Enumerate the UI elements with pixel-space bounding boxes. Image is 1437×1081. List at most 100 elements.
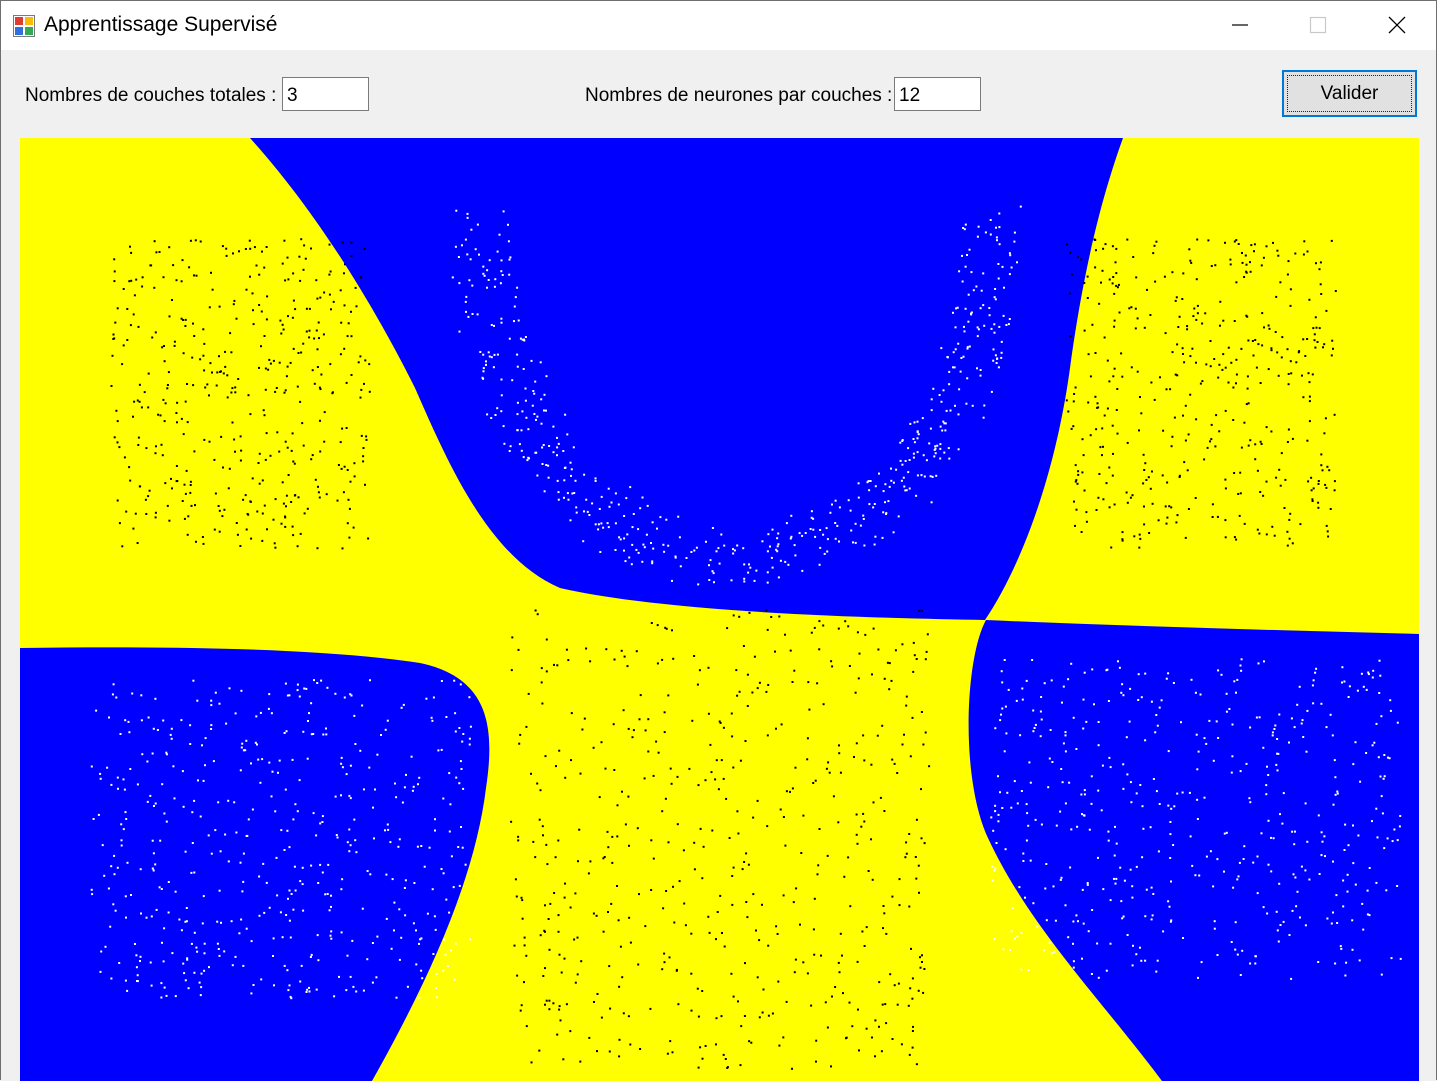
sample-point [1236,678,1239,681]
title-bar[interactable]: Apprentissage Supervisé [1,1,1436,50]
sample-point [1040,696,1043,698]
sample-point [828,771,831,774]
sample-point [565,648,568,651]
sample-point [498,233,501,236]
sample-point [116,499,119,502]
sample-point [1296,890,1299,893]
sample-point [343,272,345,275]
sample-point [671,579,673,582]
sample-point [739,759,742,762]
sample-point [935,474,938,477]
sample-point [656,662,659,665]
sample-point [218,509,221,512]
sample-point [637,963,640,966]
sample-point [585,498,588,501]
sample-point [247,394,250,397]
sample-point [189,484,192,486]
sample-point [1167,750,1170,753]
sample-point [193,871,196,874]
sample-point [874,485,877,488]
sample-point [732,995,735,998]
sample-point [1029,781,1032,784]
sample-point [330,894,332,897]
sample-point [958,388,961,391]
neurons-input[interactable] [894,77,981,111]
sample-point [149,961,152,964]
sample-point [524,387,527,390]
sample-point [294,494,297,497]
sample-point [1342,879,1345,882]
sample-point [225,722,228,725]
sample-point [1262,256,1265,259]
sample-point [1068,292,1071,295]
sample-point [391,878,394,881]
sample-point [865,926,868,929]
sample-point [310,864,313,867]
sample-point [592,912,595,915]
sample-point [1113,854,1116,857]
sample-point [204,764,206,767]
sample-point [153,286,156,289]
sample-point [305,307,308,310]
sample-point [547,464,550,467]
sample-point [547,918,550,920]
sample-point [306,757,309,760]
sample-point [1089,375,1092,378]
sample-point [317,321,320,324]
sample-point [1271,525,1274,528]
sample-point [1093,703,1095,706]
sample-point [113,873,116,876]
sample-point [736,810,739,813]
sample-point [1025,803,1028,806]
sample-point [800,852,803,854]
sample-point [224,365,227,368]
sample-point [173,340,176,343]
validate-button[interactable]: Valider [1282,70,1417,117]
sample-point [1169,833,1172,836]
sample-point [650,839,653,842]
sample-point [204,737,207,740]
sample-point [1032,730,1035,733]
sample-point [752,893,755,896]
sample-point [1255,716,1258,719]
sample-point [240,746,243,749]
sample-point [1181,791,1184,794]
sample-point [536,782,539,785]
sample-point [548,948,551,951]
minimize-button[interactable] [1201,1,1279,50]
sample-point [1243,845,1246,848]
sample-point [967,320,970,323]
layers-input[interactable] [282,77,369,111]
sample-point [1278,468,1281,471]
sample-point [208,394,210,397]
sample-point [983,324,986,327]
sample-point [963,228,966,231]
sample-point [1281,336,1284,339]
close-button[interactable] [1358,1,1436,50]
sample-point [280,332,283,335]
sample-point [898,904,901,907]
sample-point [743,580,746,583]
maximize-button[interactable] [1279,1,1357,50]
sample-point [185,907,188,909]
sample-point [553,663,555,666]
sample-point [530,1061,533,1064]
sample-point [1330,239,1333,242]
sample-point [982,272,985,275]
sample-point [664,626,667,629]
sample-point [699,827,702,830]
sample-point [1074,386,1077,389]
sample-point [548,1008,551,1011]
sample-point [126,308,129,310]
sample-point [1150,886,1153,889]
sample-point [1106,407,1109,410]
sample-point [791,1067,793,1070]
sample-point [319,296,322,299]
sample-point [241,890,244,893]
sample-point [193,274,195,277]
sample-point [610,902,613,905]
sample-point [1291,830,1294,833]
sample-point [1166,516,1169,519]
sample-point [749,566,752,569]
sample-point [604,767,607,770]
